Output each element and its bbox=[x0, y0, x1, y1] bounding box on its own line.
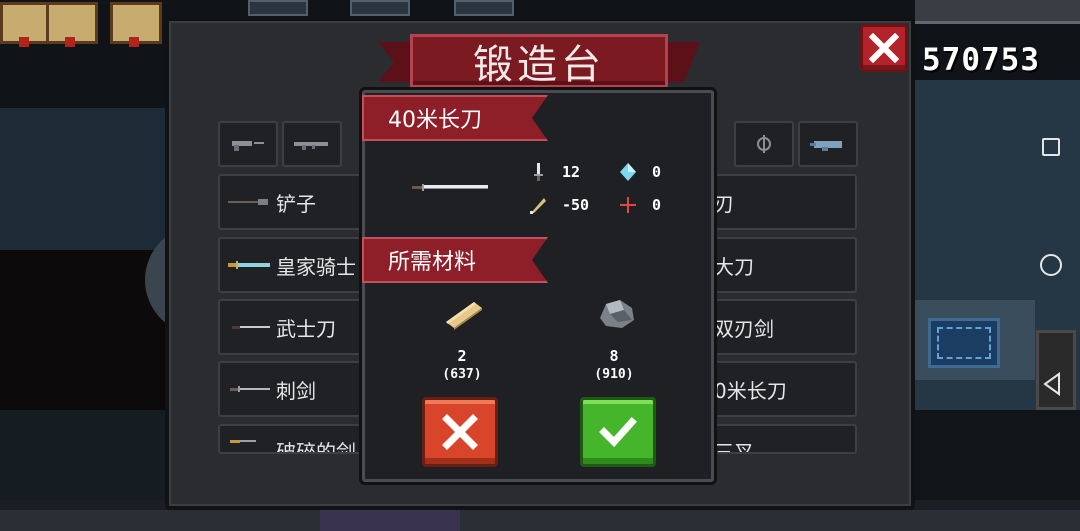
stat-damage: 12 bbox=[528, 162, 580, 182]
close-forge-button[interactable] bbox=[860, 24, 908, 72]
energy-value: 0 bbox=[652, 163, 662, 181]
blueprint-screen bbox=[928, 318, 1000, 368]
weapon-label: 大刀 bbox=[714, 254, 754, 279]
energy-crystal-icon bbox=[620, 163, 636, 181]
weapon-label: 皇家骑士 bbox=[276, 254, 356, 279]
sword-damage-icon bbox=[534, 163, 543, 181]
weapon-row-shovel[interactable]: 铲子 bbox=[218, 174, 363, 230]
weapon-row-royal-knight[interactable]: 皇家骑士 bbox=[218, 237, 363, 293]
broken-sword-icon bbox=[230, 440, 256, 443]
wall-frame bbox=[110, 2, 162, 47]
close-icon bbox=[442, 414, 478, 450]
weapon-row-rapier[interactable]: 刺剑 bbox=[218, 361, 363, 417]
katana-icon bbox=[232, 326, 270, 329]
home-icon[interactable] bbox=[1040, 254, 1062, 276]
crit-feather-icon bbox=[530, 198, 546, 214]
left-dark-room bbox=[0, 250, 165, 410]
weapon-row-trident[interactable]: 三叉 bbox=[712, 424, 857, 454]
weapon-label: 武士刀 bbox=[276, 316, 336, 341]
tab-rifles[interactable] bbox=[282, 121, 342, 167]
materials-title: 所需材料 bbox=[388, 250, 477, 275]
heavy-gun-icon bbox=[810, 141, 842, 151]
wall-frame bbox=[46, 2, 98, 47]
wall-machine bbox=[454, 0, 514, 16]
weapon-name-ribbon: 40米长刀 bbox=[362, 95, 548, 141]
accuracy-value: 0 bbox=[652, 196, 662, 214]
wood-plank-icon bbox=[446, 302, 482, 330]
material-need: 8 bbox=[609, 347, 619, 365]
wall-machine bbox=[350, 0, 410, 16]
long-blade-preview-icon bbox=[412, 184, 488, 191]
coin-counter: 570753 bbox=[922, 42, 1040, 78]
weapon-row-blade[interactable]: 刃 bbox=[712, 174, 857, 230]
crosshair-icon bbox=[757, 135, 771, 153]
wall-cabinet bbox=[915, 0, 1080, 24]
weapon-row-katana[interactable]: 武士刀 bbox=[218, 299, 363, 355]
tab-special[interactable] bbox=[734, 121, 794, 167]
pistol-icon bbox=[232, 141, 264, 151]
wall-frame bbox=[0, 2, 52, 47]
weapon-row-big-blade[interactable]: 大刀 bbox=[712, 237, 857, 293]
back-icon[interactable] bbox=[1041, 372, 1063, 396]
rifle-icon bbox=[294, 142, 328, 150]
close-icon bbox=[869, 33, 899, 63]
crit-value: -50 bbox=[562, 196, 590, 214]
forge-title-banner: 锻造台 bbox=[410, 34, 668, 88]
material-owned: (637) bbox=[442, 367, 482, 382]
cancel-forge-button[interactable] bbox=[422, 397, 498, 467]
recent-apps-icon[interactable] bbox=[1042, 138, 1060, 156]
tab-pistols[interactable] bbox=[218, 121, 278, 167]
machine-prop bbox=[1036, 330, 1076, 410]
materials-ribbon: 所需材料 bbox=[362, 237, 548, 283]
weapon-label: 双刃剑 bbox=[714, 316, 774, 341]
wall-machine bbox=[248, 0, 308, 16]
weapon-label: 0米长刀 bbox=[714, 378, 787, 403]
weapon-label: 三叉 bbox=[714, 440, 754, 454]
stat-crit: -50 bbox=[528, 195, 589, 215]
confirm-forge-button[interactable] bbox=[580, 397, 656, 467]
weapon-label: 刺剑 bbox=[276, 378, 316, 403]
accuracy-crosshair-icon bbox=[620, 197, 636, 213]
weapon-name: 40米长刀 bbox=[388, 108, 482, 133]
checkmark-icon bbox=[599, 417, 637, 448]
iron-ore-icon bbox=[600, 300, 634, 328]
weapon-row-long-blade[interactable]: 0米长刀 bbox=[712, 361, 857, 417]
forge-title: 锻造台 bbox=[473, 42, 605, 88]
weapon-detail-popup bbox=[362, 90, 714, 482]
material-owned: (910) bbox=[594, 367, 634, 382]
bottom-strip bbox=[0, 510, 1080, 531]
shovel-icon bbox=[228, 199, 268, 205]
stat-energy: 0 bbox=[618, 162, 661, 182]
weapon-label: 铲子 bbox=[276, 191, 316, 216]
weapon-row-double-edged-sword[interactable]: 双刃剑 bbox=[712, 299, 857, 355]
rapier-icon bbox=[230, 386, 270, 392]
weapon-label: 破碎的剑 bbox=[276, 440, 356, 454]
damage-value: 12 bbox=[562, 163, 581, 181]
weapon-label: 刃 bbox=[714, 191, 734, 216]
tab-heavy[interactable] bbox=[798, 121, 858, 167]
royal-knight-sword-icon bbox=[228, 261, 270, 269]
weapon-row-broken-sword[interactable]: 破碎的剑 bbox=[218, 424, 363, 454]
material-need: 2 bbox=[457, 347, 467, 365]
stat-accuracy: 0 bbox=[618, 195, 661, 215]
